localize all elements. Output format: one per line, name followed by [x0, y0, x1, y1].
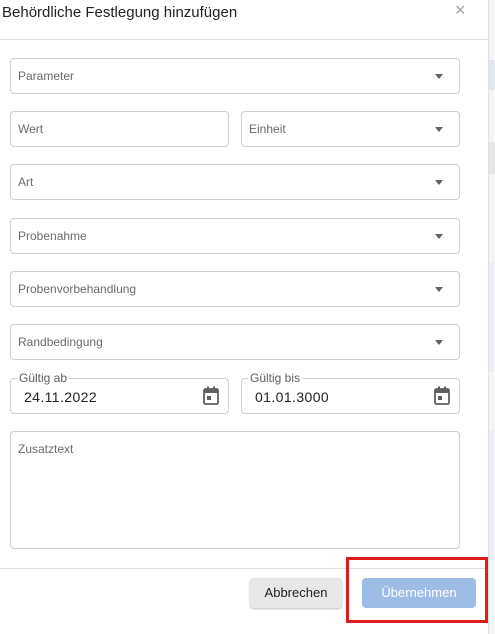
- chevron-down-icon: [435, 180, 443, 185]
- background-page: [488, 0, 495, 634]
- gueltig-ab-value: 24.11.2022: [24, 389, 98, 405]
- randbedingung-select[interactable]: Randbedingung: [10, 324, 460, 360]
- background-block: [489, 430, 495, 560]
- probenahme-placeholder: Probenahme: [18, 229, 87, 243]
- calendar-icon[interactable]: [433, 386, 451, 411]
- parameter-select[interactable]: Parameter: [10, 58, 460, 94]
- chevron-down-icon: [435, 340, 443, 345]
- gueltig-ab-datepicker[interactable]: Gültig ab 24.11.2022: [10, 371, 229, 414]
- gueltig-ab-label: Gültig ab: [17, 371, 70, 385]
- cancel-button[interactable]: Abbrechen: [250, 578, 342, 608]
- gueltig-bis-datepicker[interactable]: Gültig bis 01.01.3000: [241, 371, 460, 414]
- dialog-title: Behördliche Festlegung hinzufügen: [2, 4, 238, 21]
- calendar-icon[interactable]: [202, 386, 220, 411]
- zusatztext-placeholder: Zusatztext: [18, 442, 74, 456]
- background-block: [489, 142, 495, 174]
- chevron-down-icon: [435, 234, 443, 239]
- wert-input[interactable]: Wert: [10, 111, 229, 147]
- parameter-placeholder: Parameter: [18, 69, 75, 83]
- art-select[interactable]: Art: [10, 164, 460, 200]
- probenvorbehandlung-placeholder: Probenvorbehandlung: [18, 282, 137, 296]
- einheit-select[interactable]: Einheit: [241, 111, 460, 147]
- chevron-down-icon: [435, 287, 443, 292]
- gueltig-bis-label: Gültig bis: [248, 371, 303, 385]
- gueltig-bis-value: 01.01.3000: [255, 389, 330, 405]
- background-block: [489, 262, 495, 372]
- chevron-down-icon: [435, 127, 443, 132]
- einheit-placeholder: Einheit: [249, 122, 286, 136]
- add-regulation-dialog: Behördliche Festlegung hinzufügen × Para…: [0, 0, 488, 634]
- close-icon[interactable]: ×: [455, 0, 466, 21]
- highlight-box: [346, 557, 488, 623]
- randbedingung-placeholder: Randbedingung: [18, 335, 103, 349]
- wert-placeholder: Wert: [18, 122, 44, 136]
- probenvorbehandlung-select[interactable]: Probenvorbehandlung: [10, 271, 460, 307]
- art-placeholder: Art: [18, 175, 34, 189]
- zusatztext-textarea[interactable]: Zusatztext: [10, 431, 460, 549]
- chevron-down-icon: [435, 74, 443, 79]
- probenahme-select[interactable]: Probenahme: [10, 218, 460, 254]
- header-divider: [0, 39, 488, 40]
- background-block: [489, 60, 495, 90]
